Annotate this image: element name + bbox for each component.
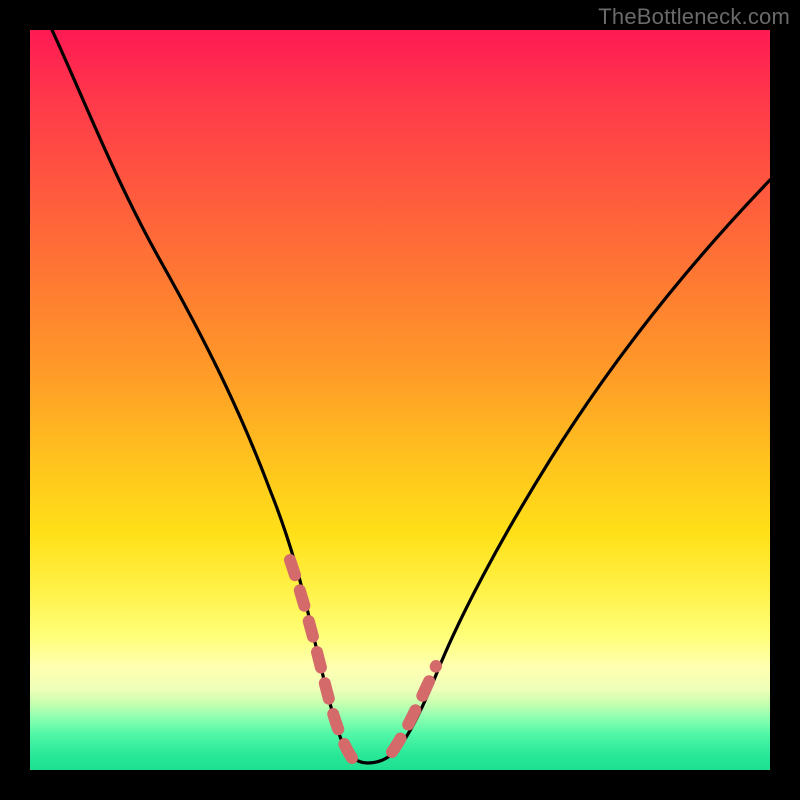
plot-area <box>30 30 770 770</box>
bottleneck-curve <box>30 30 770 770</box>
chart-frame: TheBottleneck.com <box>0 0 800 800</box>
curve-path <box>52 30 770 763</box>
watermark-text: TheBottleneck.com <box>598 4 790 30</box>
dash-overlay-right <box>392 666 436 752</box>
dash-overlay-left <box>290 560 352 758</box>
